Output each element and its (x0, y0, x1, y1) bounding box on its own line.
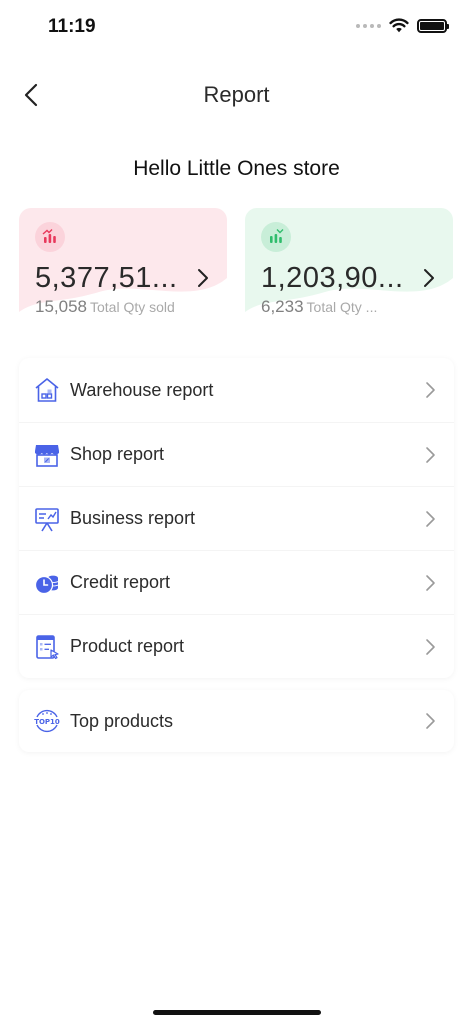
battery-icon (417, 18, 449, 33)
secondary-qty-line: 6,233 Total Qty ... (261, 297, 377, 317)
status-time: 11:19 (48, 16, 96, 37)
top-products-card: TOP10 Top products (19, 690, 454, 752)
chevron-right-icon (426, 713, 435, 729)
secondary-summary-card[interactable]: 1,203,90... 6,233 Total Qty ... (245, 208, 453, 326)
coins-clock-icon (33, 569, 61, 597)
wifi-icon (389, 18, 409, 33)
sales-amount: 5,377,51... (35, 262, 178, 294)
chevron-right-icon (198, 269, 208, 287)
chevron-right-icon (426, 574, 435, 591)
secondary-amount: 1,203,90... (261, 262, 404, 294)
credit-report-label: Credit report (70, 572, 171, 592)
shop-report-label: Shop report (70, 444, 165, 464)
chevron-right-icon (426, 510, 435, 527)
top10-badge-icon: TOP10 (33, 707, 61, 735)
business-report-label: Business report (70, 508, 196, 528)
top10-badge-text: TOP10 (34, 718, 60, 726)
report-list: Warehouse report Shop report Business re… (19, 358, 454, 678)
shop-icon (33, 441, 61, 469)
shop-report-item[interactable]: Shop report (19, 422, 454, 486)
sales-qty-value: 15,058 (35, 297, 87, 316)
secondary-qty-label: Total Qty ... (306, 299, 378, 315)
top-products-label: Top products (70, 710, 174, 731)
chevron-right-icon (426, 638, 435, 655)
warehouse-report-item[interactable]: Warehouse report (19, 358, 454, 422)
chevron-right-icon (426, 446, 435, 463)
cellular-signal-icon (356, 23, 381, 28)
product-list-icon (33, 633, 61, 661)
home-indicator[interactable] (153, 1010, 321, 1015)
page-title: Report (203, 82, 270, 107)
credit-report-item[interactable]: Credit report (19, 550, 454, 614)
presentation-board-icon (33, 505, 61, 533)
sales-summary-card[interactable]: 5,377,51... 15,058 Total Qty sold (19, 208, 227, 326)
product-report-label: Product report (70, 636, 185, 656)
status-icons (356, 18, 449, 33)
chevron-right-icon (424, 269, 434, 287)
bar-chart-up-icon (35, 222, 65, 252)
sales-qty-line: 15,058 Total Qty sold (35, 297, 175, 317)
product-report-item[interactable]: Product report (19, 614, 454, 678)
warehouse-icon (33, 376, 61, 404)
status-bar: 11:19 (0, 0, 473, 54)
secondary-qty-value: 6,233 (261, 297, 304, 316)
top-products-item[interactable]: TOP10 Top products (19, 690, 454, 752)
warehouse-report-label: Warehouse report (70, 379, 214, 400)
chevron-right-icon (426, 382, 435, 398)
business-report-item[interactable]: Business report (19, 486, 454, 550)
store-greeting: Hello Little Ones store (133, 157, 340, 180)
bar-chart-down-icon (261, 222, 291, 252)
nav-bar: Report (0, 70, 473, 122)
sales-qty-label: Total Qty sold (90, 299, 175, 315)
